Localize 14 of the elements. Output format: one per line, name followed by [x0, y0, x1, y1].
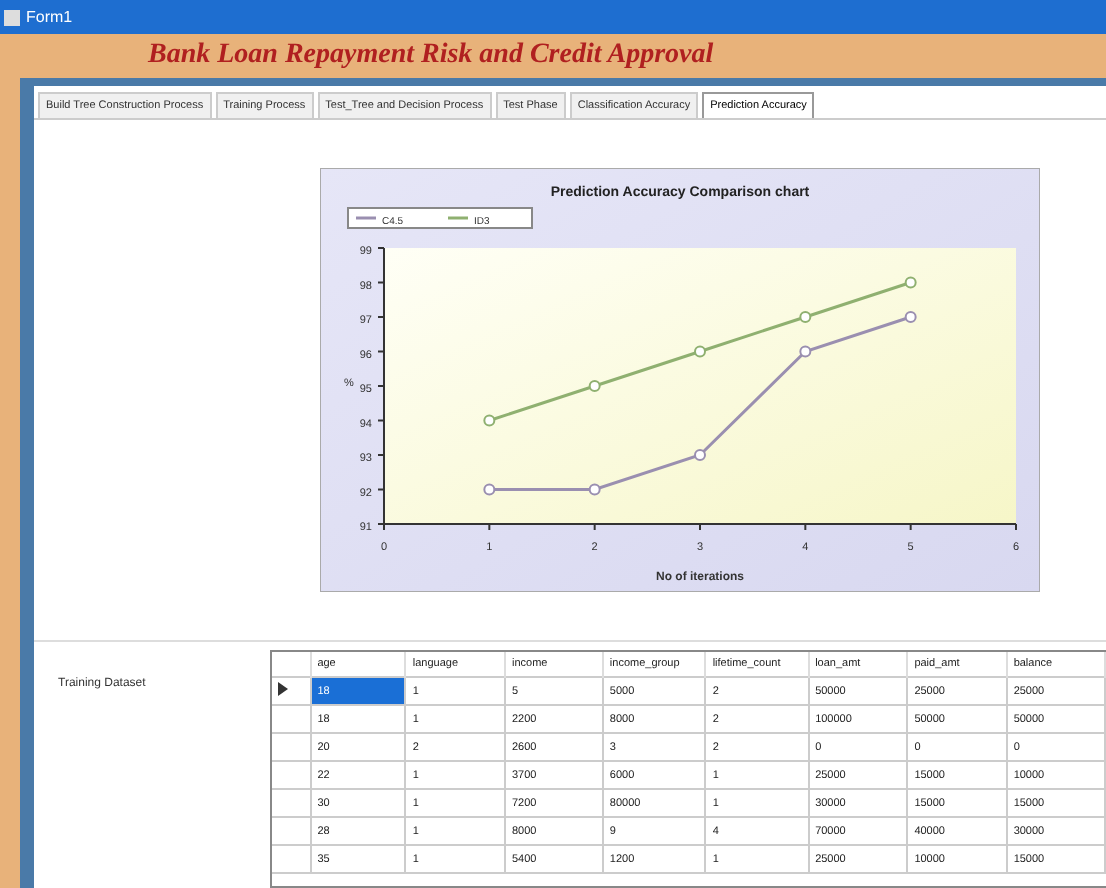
app-icon [4, 9, 20, 25]
data-point [694, 345, 706, 358]
row-pointer-icon [278, 682, 288, 696]
data-point [799, 311, 812, 323]
app-title: Bank Loan Repayment Risk and Credit Approval [148, 40, 714, 72]
data-point [588, 483, 601, 496]
data-point [588, 380, 601, 392]
data-point [904, 311, 917, 323]
data-point [483, 483, 496, 496]
data-point [694, 449, 706, 461]
data-point [483, 414, 496, 427]
data-point [799, 345, 812, 358]
window-title: Form1 [26, 8, 73, 26]
data-point [904, 276, 917, 289]
